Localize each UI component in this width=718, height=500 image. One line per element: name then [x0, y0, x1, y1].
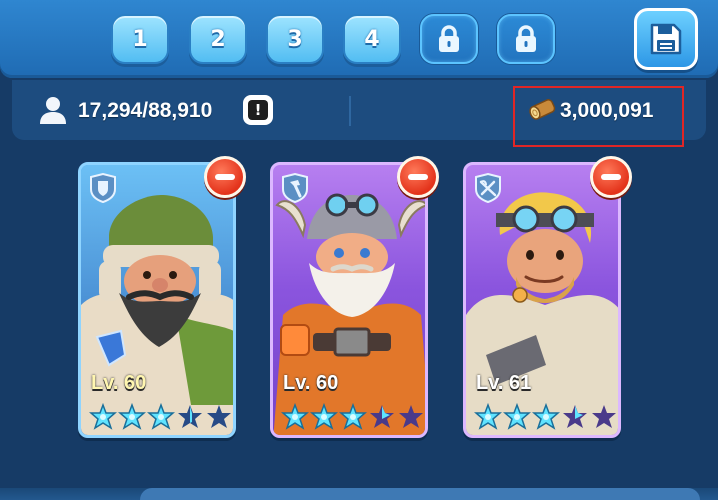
- save-icon: [650, 23, 682, 55]
- star-icon-partial: [178, 405, 202, 428]
- hero-card-2[interactable]: Lv. 60: [270, 162, 428, 438]
- save-formation-button[interactable]: [634, 8, 698, 70]
- hero-level: Lv. 60: [283, 372, 339, 394]
- remove-icon: [601, 174, 621, 180]
- star-icon-filled: [118, 403, 146, 430]
- star-icon-filled: [532, 403, 560, 430]
- hero-portrait-viking-engineer: [273, 193, 425, 435]
- bottom-panel-highlight: [140, 488, 700, 500]
- star-icon-empty: [207, 405, 231, 428]
- wood-resource-value: 3,000,091: [560, 99, 654, 122]
- star-icon-filled: [147, 403, 175, 430]
- remove-hero-button-1[interactable]: [204, 156, 246, 198]
- tab-formation-4[interactable]: 4: [343, 14, 401, 64]
- star-icon-filled: [281, 403, 309, 430]
- tab-formation-2[interactable]: 2: [189, 14, 247, 64]
- stats-divider: [349, 96, 351, 126]
- star-rating: [89, 403, 233, 433]
- tab-formation-1[interactable]: 1: [111, 14, 169, 64]
- remove-hero-button-3[interactable]: [590, 156, 632, 198]
- hero-card-1[interactable]: Lv. 60: [78, 162, 236, 438]
- padlock-icon: [439, 25, 459, 52]
- hero-level: Lv. 60: [91, 372, 147, 394]
- hero-level: Lv. 61: [476, 372, 532, 394]
- tab-formation-locked-6[interactable]: [497, 14, 555, 64]
- tab-label: 2: [210, 26, 226, 52]
- hero-portrait-bearded-trapper: [81, 165, 233, 435]
- hero-card-3[interactable]: Lv. 61: [463, 162, 621, 438]
- star-icon-partial: [370, 405, 394, 428]
- star-rating: [474, 403, 618, 433]
- tab-label: 4: [364, 26, 380, 52]
- star-icon-partial: [563, 405, 587, 428]
- remove-hero-button-2[interactable]: [397, 156, 439, 198]
- padlock-icon: [516, 25, 536, 52]
- crossbow-icon: [475, 173, 501, 203]
- wood-log-icon: [529, 99, 556, 120]
- remove-icon: [408, 174, 428, 180]
- star-icon-filled: [474, 403, 502, 430]
- star-rating: [281, 403, 425, 433]
- tab-formation-locked-5[interactable]: [420, 14, 478, 64]
- tab-label: 1: [132, 26, 148, 52]
- hammer-icon: [282, 173, 308, 203]
- star-icon-filled: [339, 403, 367, 430]
- tab-label: 3: [287, 26, 303, 52]
- troops-person-icon: [40, 97, 66, 124]
- hero-portrait-aviator: [466, 192, 618, 435]
- star-icon-filled: [503, 403, 531, 430]
- bottom-panel-edge: [0, 488, 718, 500]
- info-button[interactable]: !: [243, 95, 273, 125]
- troop-count: 17,294/88,910: [78, 99, 213, 122]
- star-icon-empty: [592, 405, 616, 428]
- shield-icon: [90, 173, 116, 203]
- info-icon: !: [248, 100, 268, 120]
- star-icon-empty: [399, 405, 423, 428]
- star-icon-filled: [89, 403, 117, 430]
- star-icon-filled: [310, 403, 338, 430]
- remove-icon: [215, 174, 235, 180]
- tab-formation-3[interactable]: 3: [266, 14, 324, 64]
- formation-tab-bar: 1 2 3 4: [0, 0, 718, 78]
